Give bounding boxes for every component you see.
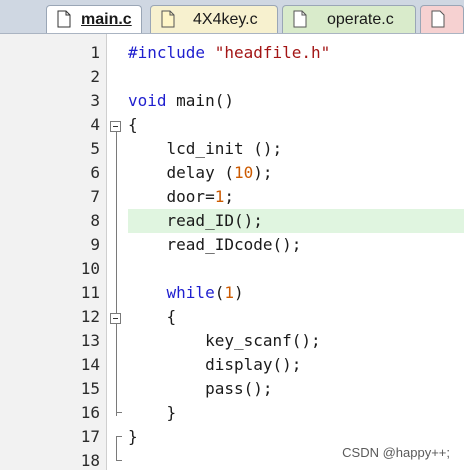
line-number: 15: [80, 379, 100, 398]
fold-line: [116, 436, 117, 460]
code-line[interactable]: 8 read_ID();: [0, 209, 464, 233]
tab-label: 4X4key.c: [193, 11, 258, 28]
line-number: 14: [80, 355, 100, 374]
tab-partial[interactable]: [420, 5, 464, 33]
code-token: ): [233, 283, 244, 302]
code-token: }: [128, 427, 138, 446]
code-token: read_IDcode();: [128, 235, 302, 254]
code-text: void main(): [128, 89, 234, 113]
code-token: main(): [166, 91, 234, 110]
code-token: 1: [214, 187, 225, 206]
file-icon: [161, 10, 175, 28]
code-line[interactable]: 14 display();: [0, 353, 464, 377]
code-text: #include "headfile.h": [128, 41, 330, 65]
line-number: 13: [80, 331, 100, 350]
fold-collapse-icon[interactable]: [110, 313, 121, 324]
line-number: 8: [90, 211, 100, 230]
line-number: 2: [90, 67, 100, 86]
code-token: lcd_init ();: [128, 139, 283, 158]
line-number: 6: [90, 163, 100, 182]
code-line[interactable]: 1 #include "headfile.h": [0, 41, 464, 65]
code-line[interactable]: 13 key_scanf();: [0, 329, 464, 353]
code-line[interactable]: 3 void main(): [0, 89, 464, 113]
code-token: "headfile.h": [214, 43, 331, 62]
code-token: while: [166, 283, 215, 302]
code-text: lcd_init ();: [128, 137, 283, 161]
code-token: key_scanf();: [128, 331, 321, 350]
code-text: delay (10);: [128, 161, 273, 185]
code-editor[interactable]: 1 #include "headfile.h" 2 3 void main() 4{5 l…: [0, 34, 464, 470]
code-text: display();: [128, 353, 301, 377]
fold-collapse-icon[interactable]: [110, 121, 121, 132]
code-text: key_scanf();: [128, 329, 321, 353]
code-line[interactable]: 2: [0, 65, 464, 89]
line-number: 4: [90, 115, 100, 134]
code-line[interactable]: 6 delay (10);: [0, 161, 464, 185]
file-icon: [431, 10, 445, 28]
tab-bar: main.c 4X4key.c operate.c: [0, 0, 464, 34]
code-text: door=1;: [128, 185, 234, 209]
code-token: door=: [128, 187, 215, 206]
file-icon: [57, 10, 71, 28]
code-token: 1: [224, 283, 234, 302]
code-token: }: [128, 403, 177, 422]
line-number: 9: [90, 235, 100, 254]
line-number: 17: [80, 427, 100, 446]
code-token: void: [128, 91, 167, 110]
line-number: 10: [80, 259, 100, 278]
code-line[interactable]: 7 door=1;: [0, 185, 464, 209]
code-text: }: [128, 425, 138, 449]
code-token: 10: [233, 163, 254, 182]
line-number: 3: [90, 91, 100, 110]
code-line[interactable]: 5 lcd_init ();: [0, 137, 464, 161]
code-text: }: [128, 401, 177, 425]
code-token: display();: [128, 355, 302, 374]
code-token: #include: [128, 43, 215, 62]
code-text: read_IDcode();: [128, 233, 302, 257]
code-token: read_ID();: [128, 211, 263, 230]
fold-end-tick: [116, 412, 122, 413]
code-text: while(1): [128, 281, 244, 305]
line-number: 5: [90, 139, 100, 158]
code-text: {: [128, 305, 177, 329]
code-token: (: [214, 283, 225, 302]
line-number: 12: [80, 307, 100, 326]
code-text: pass();: [128, 377, 273, 401]
code-text: {: [128, 113, 138, 137]
line-number: 16: [80, 403, 100, 422]
tab-4x4key-c[interactable]: 4X4key.c: [150, 5, 278, 33]
tab-label: operate.c: [327, 11, 394, 28]
code-line[interactable]: 16 }: [0, 401, 464, 425]
line-number: 11: [80, 283, 100, 302]
tab-operate-c[interactable]: operate.c: [282, 5, 416, 33]
file-icon: [293, 10, 307, 28]
code-line[interactable]: 4{: [0, 113, 464, 137]
fold-end-tick: [116, 460, 122, 461]
tab-label: main.c: [81, 11, 132, 28]
code-text: read_ID();: [128, 209, 263, 233]
code-line[interactable]: 9 read_IDcode();: [0, 233, 464, 257]
code-token: {: [128, 307, 177, 326]
line-number: 1: [90, 43, 100, 62]
code-token: );: [253, 163, 273, 182]
code-token: pass();: [128, 379, 273, 398]
code-token: delay (: [128, 163, 234, 182]
line-number: 7: [90, 187, 100, 206]
code-token: {: [128, 115, 138, 134]
code-token: ;: [224, 187, 234, 206]
code-line[interactable]: 12 {: [0, 305, 464, 329]
tab-main-c[interactable]: main.c: [46, 5, 142, 33]
watermark: CSDN @happy++;: [342, 445, 450, 460]
code-line[interactable]: 15 pass();: [0, 377, 464, 401]
code-line[interactable]: 11 while(1): [0, 281, 464, 305]
fold-line: [116, 132, 117, 416]
line-number: 18: [80, 451, 100, 470]
code-line[interactable]: 10: [0, 257, 464, 281]
